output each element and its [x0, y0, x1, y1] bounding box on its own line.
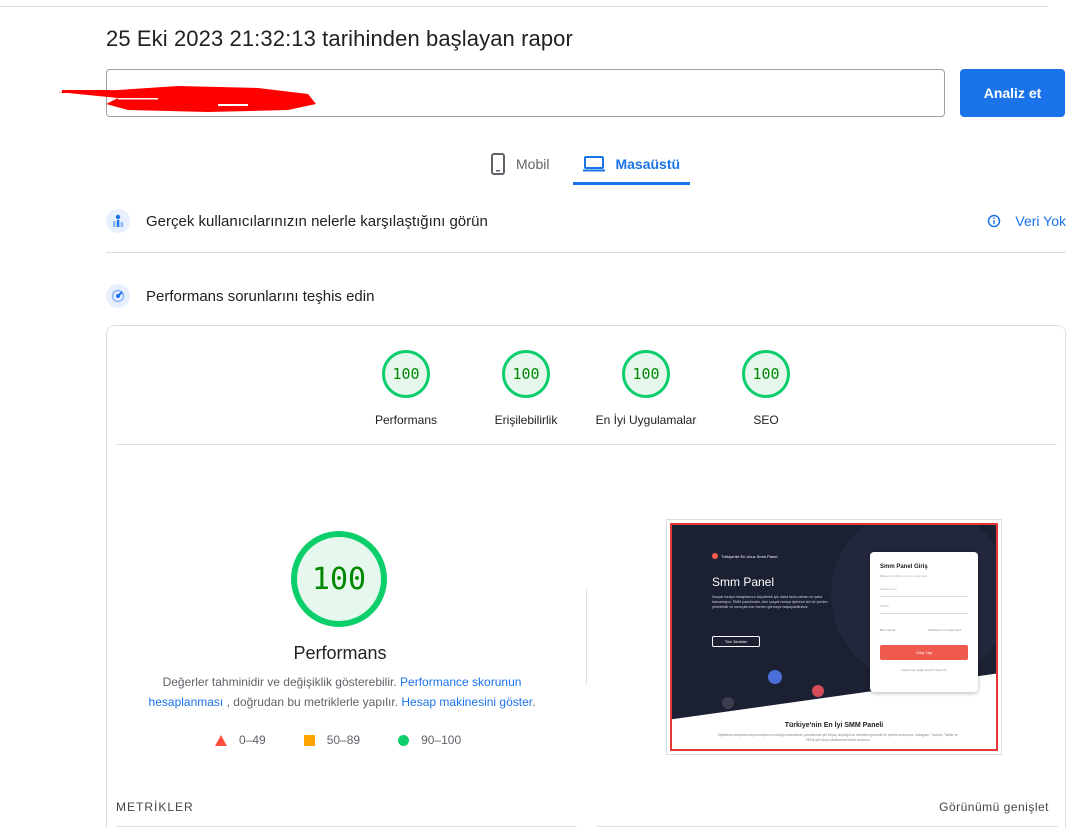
vertical-divider [586, 589, 587, 685]
screenshot-footer-text: Dijitalleşen dünyada sosyal medyanın sun… [718, 733, 958, 742]
legend-pass: 90–100 [398, 733, 461, 747]
analyze-button[interactable]: Analiz et [960, 69, 1065, 117]
lab-data-title: Performans sorunlarını teşhis edin [146, 287, 375, 305]
metrics-divider-left [116, 826, 577, 827]
no-data-status[interactable]: Veri Yok [987, 213, 1066, 229]
screenshot-hero-title: Smm Panel [712, 575, 775, 589]
report-card: 100 Performans 100 Erişilebilirlik 100 E… [106, 325, 1066, 828]
device-tabs: Mobil Masaüstü [480, 145, 690, 185]
tab-desktop[interactable]: Masaüstü [573, 145, 690, 185]
panel-pass-label: Parola [880, 604, 889, 608]
gauge-score: 100 [622, 350, 670, 398]
badge-text: Türkiye'de En Ucuz Smm Panel [721, 553, 778, 559]
like-bubble-icon [768, 670, 782, 684]
gauges-divider [116, 444, 1057, 445]
tab-mobile[interactable]: Mobil [480, 145, 559, 183]
field-data-icon [106, 209, 130, 233]
metrics-divider-right [597, 826, 1058, 827]
note-text-1: Değerler tahminidir ve değişiklik göster… [162, 675, 397, 689]
section-divider [106, 252, 1066, 253]
chat-bubble-icon [722, 697, 734, 709]
panel-register: Henüz üye değil misiniz? Kayıt Ol [901, 668, 947, 672]
laptop-icon [583, 156, 606, 172]
gauge-label: En İyi Uygulamalar [595, 413, 697, 427]
lab-data-icon [106, 284, 130, 308]
performance-note: Değerler tahminidir ve değişiklik göster… [127, 672, 557, 712]
panel-subtitle: Bilgilerinizi doğru girin ve erişiminizi [880, 574, 928, 578]
gauge-score: 100 [742, 350, 790, 398]
screenshot-hero-text: Sosyal medya hesaplarınızı büyütmek için… [712, 595, 828, 609]
gauge-label: SEO [753, 413, 779, 427]
panel-remember: Beni hatırla [880, 628, 896, 632]
heart-bubble-icon [812, 685, 824, 697]
url-input[interactable] [106, 69, 945, 117]
calculator-link[interactable]: Hesap makinesini göster [401, 695, 532, 709]
gauge-performance[interactable]: 100 Performans [346, 350, 466, 427]
square-icon [303, 734, 315, 746]
gauge-label: Performans [374, 413, 438, 427]
legend-fail-range: 0–49 [239, 733, 266, 747]
performance-label: Performans [293, 643, 387, 663]
report-title: 25 Eki 2023 21:32:13 tarihinden başlayan… [106, 26, 573, 51]
category-gauges: 100 Performans 100 Erişilebilirlik 100 E… [107, 350, 1065, 430]
circle-icon [398, 734, 410, 746]
gauge-best-practices[interactable]: 100 En İyi Uygulamalar [586, 350, 706, 427]
note-text-3: . [532, 695, 536, 709]
gauge-seo[interactable]: 100 SEO [706, 350, 826, 427]
screenshot-hero-button: Tüm Servisler [712, 636, 760, 647]
legend-average: 50–89 [303, 733, 361, 747]
legend-average-range: 50–89 [326, 733, 361, 747]
gauge-accessibility[interactable]: 100 Erişilebilirlik [466, 350, 586, 427]
tab-desktop-label: Masaüstü [615, 156, 681, 172]
legend-fail: 0–49 [215, 733, 266, 747]
score-legend: 0–49 50–89 90–100 [215, 733, 499, 747]
metrics-heading: METRİKLER [116, 800, 194, 814]
page-screenshot[interactable]: Türkiye'de En Ucuz Smm Panel Smm Panel S… [666, 519, 1002, 755]
screenshot-badge: Türkiye'de En Ucuz Smm Panel [712, 553, 777, 559]
expand-view-toggle[interactable]: Görünümü genişlet [939, 800, 1049, 814]
gauge-label: Erişilebilirlik [494, 413, 558, 427]
panel-forgot: Parolanızı mı unuttunuz? [928, 628, 962, 632]
panel-pass-field [880, 613, 968, 614]
no-data-label: Veri Yok [1015, 213, 1066, 229]
panel-login-button: Giriş Yap [880, 645, 968, 660]
phone-icon [491, 153, 505, 175]
panel-user-label: Kullanıcı Adı [880, 587, 897, 591]
tab-mobile-label: Mobil [516, 156, 550, 172]
screenshot-footer-title: Türkiye'nin En İyi SMM Paneli [784, 722, 884, 729]
note-text-2: , doğrudan bu metriklerle yapılır. [226, 695, 399, 709]
panel-title: Smm Panel Giriş [880, 564, 928, 570]
screenshot-content: Türkiye'de En Ucuz Smm Panel Smm Panel S… [670, 523, 998, 751]
panel-user-field [880, 596, 968, 597]
badge-dot-icon [712, 553, 718, 559]
screenshot-login-panel: Smm Panel Giriş Bilgilerinizi doğru giri… [870, 552, 978, 692]
triangle-icon [215, 734, 227, 746]
info-icon [988, 214, 1001, 228]
lab-data-header: Performans sorunlarını teşhis edin [106, 284, 1066, 308]
field-data-title: Gerçek kullanıcılarınızın nelerle karşıl… [146, 212, 488, 230]
gauge-score: 100 [382, 350, 430, 398]
top-divider [0, 6, 1048, 7]
field-data-header: Gerçek kullanıcılarınızın nelerle karşıl… [106, 209, 1066, 233]
legend-pass-range: 90–100 [421, 733, 462, 747]
gauge-score: 100 [502, 350, 550, 398]
performance-score-gauge[interactable]: 100 [291, 531, 387, 627]
